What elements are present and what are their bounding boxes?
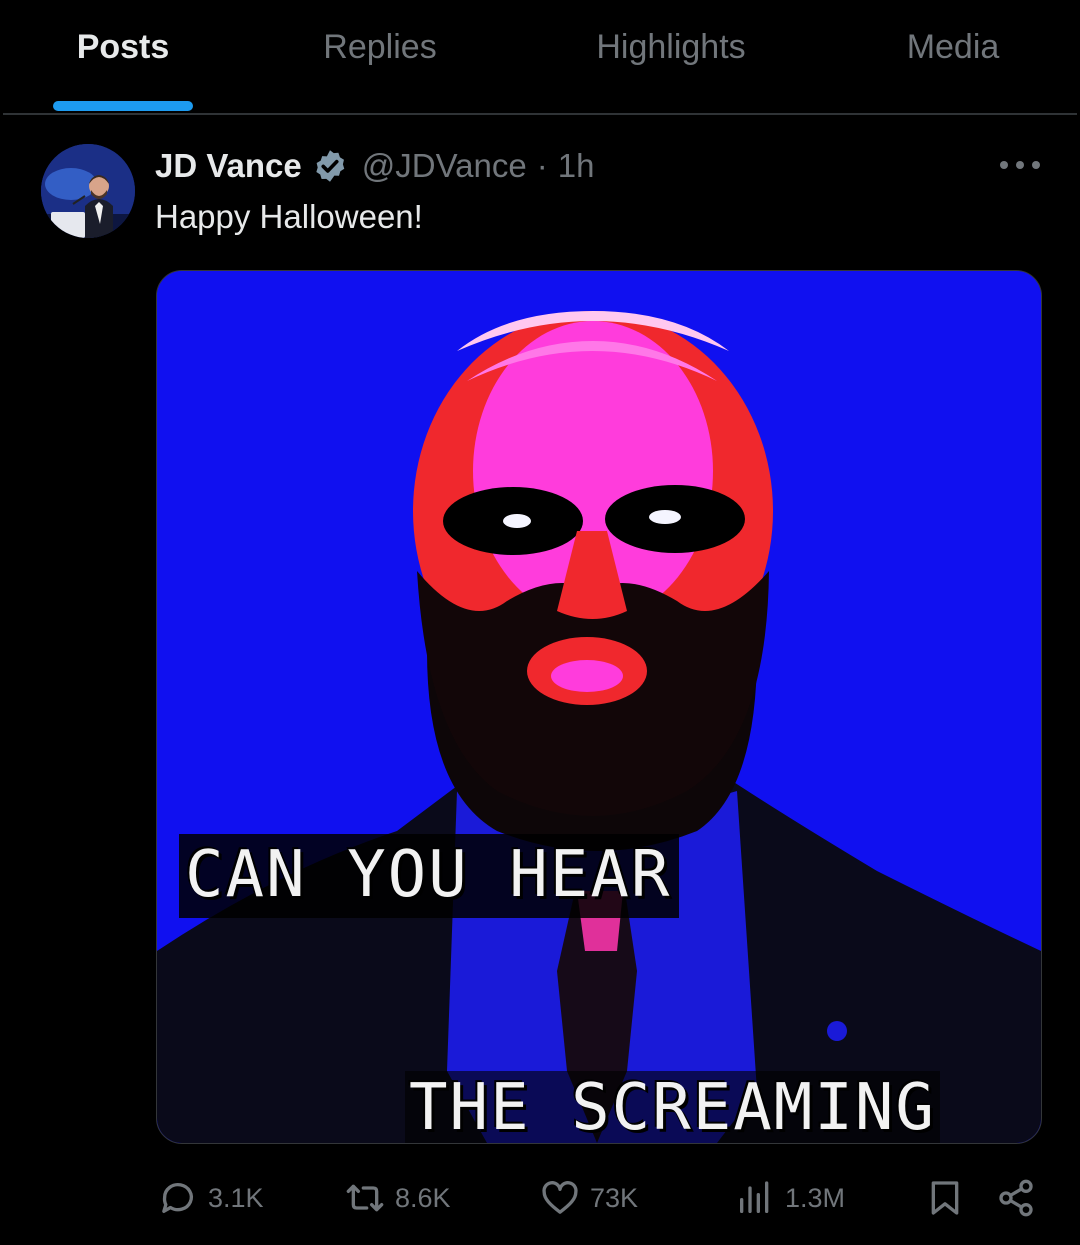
like-button[interactable]: 73K (540, 1170, 638, 1226)
repost-button[interactable]: 8.6K (345, 1170, 451, 1226)
bookmark-icon (931, 1181, 959, 1215)
post-author-line: JD Vance @JDVance · 1h (155, 146, 594, 186)
reply-button[interactable]: 3.1K (158, 1170, 264, 1226)
tab-replies[interactable]: Replies (323, 28, 436, 67)
more-horizontal-icon (1032, 161, 1040, 169)
views-button[interactable]: 1.3M (735, 1170, 845, 1226)
more-options-button[interactable] (1000, 150, 1040, 180)
post-text: Happy Halloween! (155, 198, 423, 235)
active-tab-indicator (53, 101, 193, 111)
verified-badge-icon (316, 150, 345, 182)
reply-count: 3.1K (208, 1182, 264, 1213)
meta-separator: · (536, 147, 548, 184)
media-caption-line-2: THE SCREAMING (405, 1071, 940, 1143)
like-count: 73K (590, 1182, 639, 1213)
profile-tabs: Posts Replies Highlights Media (0, 0, 1080, 115)
share-icon (999, 1179, 1033, 1217)
tabs-divider (3, 113, 1077, 115)
more-horizontal-icon (1016, 161, 1024, 169)
post-media-image[interactable]: CAN YOU HEAR THE SCREAMING (156, 270, 1042, 1144)
view-count: 1.3M (785, 1182, 846, 1213)
avatar-image (41, 144, 135, 238)
tab-highlights[interactable]: Highlights (596, 28, 745, 67)
tab-posts[interactable]: Posts (77, 28, 170, 67)
media-caption-line-1: CAN YOU HEAR (179, 834, 680, 918)
tab-media[interactable]: Media (907, 28, 1000, 67)
views-icon (740, 1181, 769, 1213)
author-handle[interactable]: @JDVance (362, 147, 527, 185)
post-action-bar: 3.1K 8.6K 73K 1.3M (0, 1170, 1080, 1226)
author-display-name[interactable]: JD Vance (155, 147, 302, 185)
repost-icon (346, 1184, 384, 1212)
avatar[interactable] (41, 144, 135, 238)
heart-icon (542, 1181, 578, 1214)
reply-icon (162, 1183, 193, 1213)
bookmark-button[interactable] (925, 1170, 965, 1226)
more-horizontal-icon (1000, 161, 1008, 169)
repost-count: 8.6K (395, 1182, 451, 1213)
share-button[interactable] (996, 1170, 1036, 1226)
post-timestamp[interactable]: 1h (558, 147, 595, 185)
media-illustration (157, 271, 1041, 1143)
